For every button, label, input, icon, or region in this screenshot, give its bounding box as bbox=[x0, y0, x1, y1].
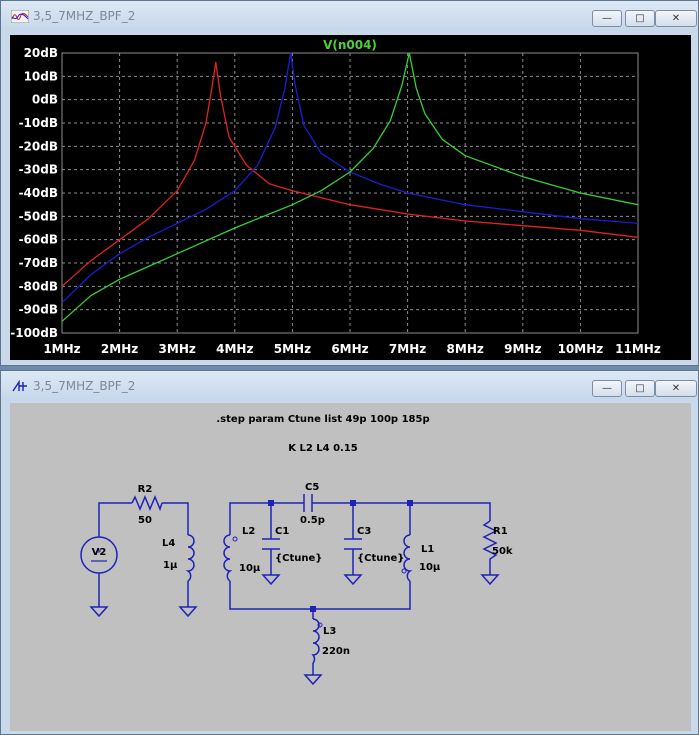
x-tick-label: 4MHz bbox=[216, 342, 253, 356]
capacitor-c5[interactable]: C5 0.5p bbox=[300, 482, 325, 526]
close-button[interactable]: ✕ bbox=[655, 380, 697, 397]
y-tick-label: -70dB bbox=[19, 256, 58, 270]
step-directive[interactable]: .step param Ctune list 49p 100p 185p bbox=[216, 414, 429, 425]
resistor-r2[interactable]: R2 50 bbox=[131, 484, 163, 526]
coupling-directive[interactable]: K L2 L4 0.15 bbox=[288, 443, 358, 454]
y-tick-label: -100dB bbox=[10, 326, 58, 340]
close-icon: ✕ bbox=[671, 383, 681, 394]
maximize-icon: □ bbox=[635, 13, 645, 24]
plot-window: 3,5_7MHZ_BPF_2 — □ ✕ V(n004) 20dB 10dB 0dB… bbox=[0, 0, 699, 366]
schematic-icon bbox=[12, 380, 27, 392]
maximize-button[interactable]: □ bbox=[625, 10, 655, 27]
x-tick-label: 10MHz bbox=[558, 342, 604, 356]
x-axis-ticks: 1MHz 2MHz 3MHz 4MHz 5MHz 6MHz 7MHz 8MHz 9MHz 10MH… bbox=[43, 342, 661, 356]
x-tick-label: 9MHz bbox=[504, 342, 541, 356]
minimize-icon: — bbox=[602, 383, 612, 394]
y-tick-label: -50dB bbox=[19, 209, 58, 223]
maximize-button[interactable]: □ bbox=[625, 380, 655, 397]
r2-name: R2 bbox=[138, 484, 153, 495]
close-button[interactable]: ✕ bbox=[655, 10, 697, 27]
schematic-window: 3,5_7MHZ_BPF_2 — □ ✕ .step param Ctune l… bbox=[0, 370, 699, 735]
y-tick-label: -80dB bbox=[19, 279, 58, 293]
l3-value: 220n bbox=[322, 646, 350, 657]
y-tick-label: -40dB bbox=[19, 186, 58, 200]
c3-value: {Ctune} bbox=[357, 553, 404, 564]
minimize-button[interactable]: — bbox=[592, 380, 622, 397]
schematic-window-title: 3,5_7MHZ_BPF_2 bbox=[33, 379, 136, 393]
waveform-plot[interactable]: V(n004) 20dB 10dB 0dB -10dB -20dB -30dB -40dB -… bbox=[10, 35, 691, 360]
schematic-window-titlebar[interactable]: 3,5_7MHZ_BPF_2 — □ ✕ bbox=[1, 371, 698, 401]
r1-name: R1 bbox=[493, 526, 508, 537]
inductor-l1[interactable]: L1 10µ bbox=[401, 534, 441, 582]
y-tick-label: -90dB bbox=[19, 303, 58, 317]
x-tick-label: 8MHz bbox=[447, 342, 484, 356]
x-tick-label: 5MHz bbox=[274, 342, 311, 356]
l3-name: L3 bbox=[323, 626, 336, 637]
l4-name: L4 bbox=[162, 538, 175, 549]
l1-name: L1 bbox=[421, 544, 434, 555]
y-tick-label: -10dB bbox=[19, 116, 58, 130]
trace-label[interactable]: V(n004) bbox=[323, 38, 377, 52]
y-tick-label: -20dB bbox=[19, 139, 58, 153]
plot-grid bbox=[61, 52, 639, 334]
r2-value: 50 bbox=[138, 515, 152, 526]
inductor-l4[interactable]: L4 1µ bbox=[162, 534, 195, 582]
inductor-l3[interactable]: L3 220n bbox=[311, 618, 350, 664]
waveform-viewer-icon bbox=[11, 10, 29, 23]
y-tick-label: 10dB bbox=[24, 69, 58, 83]
l1-value: 10µ bbox=[419, 562, 441, 573]
l2-value: 10µ bbox=[239, 563, 261, 574]
x-tick-label: 2MHz bbox=[101, 342, 138, 356]
x-tick-label: 6MHz bbox=[331, 342, 368, 356]
schematic-canvas[interactable]: .step param Ctune list 49p 100p 185p K L… bbox=[10, 403, 691, 731]
resistor-r1[interactable]: R1 50k bbox=[482, 520, 513, 565]
wires bbox=[98, 502, 491, 675]
plot-window-titlebar[interactable]: 3,5_7MHZ_BPF_2 — □ ✕ bbox=[1, 1, 698, 31]
c5-value: 0.5p bbox=[300, 515, 325, 526]
c1-name: C1 bbox=[275, 526, 289, 537]
y-tick-label: 20dB bbox=[24, 46, 58, 60]
plot-window-title: 3,5_7MHZ_BPF_2 bbox=[33, 9, 136, 23]
voltage-source-v2[interactable]: V2 bbox=[80, 536, 118, 574]
y-axis-ticks: 20dB 10dB 0dB -10dB -20dB -30dB -40dB -50dB -60d… bbox=[10, 46, 58, 340]
maximize-icon: □ bbox=[635, 383, 645, 394]
minimize-icon: — bbox=[602, 13, 612, 24]
y-tick-label: -60dB bbox=[19, 233, 58, 247]
minimize-button[interactable]: — bbox=[592, 10, 622, 27]
y-tick-label: -30dB bbox=[19, 163, 58, 177]
x-tick-label: 3MHz bbox=[159, 342, 196, 356]
c3-name: C3 bbox=[357, 526, 371, 537]
x-tick-label: 7MHz bbox=[389, 342, 426, 356]
x-tick-label: 1MHz bbox=[43, 342, 80, 356]
ground-symbols bbox=[89, 574, 500, 686]
r1-value: 50k bbox=[492, 546, 513, 557]
y-tick-label: 0dB bbox=[32, 93, 58, 107]
l2-name: L2 bbox=[242, 526, 255, 537]
c5-name: C5 bbox=[305, 482, 319, 493]
c1-value: {Ctune} bbox=[275, 553, 322, 564]
close-icon: ✕ bbox=[671, 13, 681, 24]
l4-value: 1µ bbox=[163, 560, 178, 571]
x-tick-label: 11MHz bbox=[615, 342, 661, 356]
